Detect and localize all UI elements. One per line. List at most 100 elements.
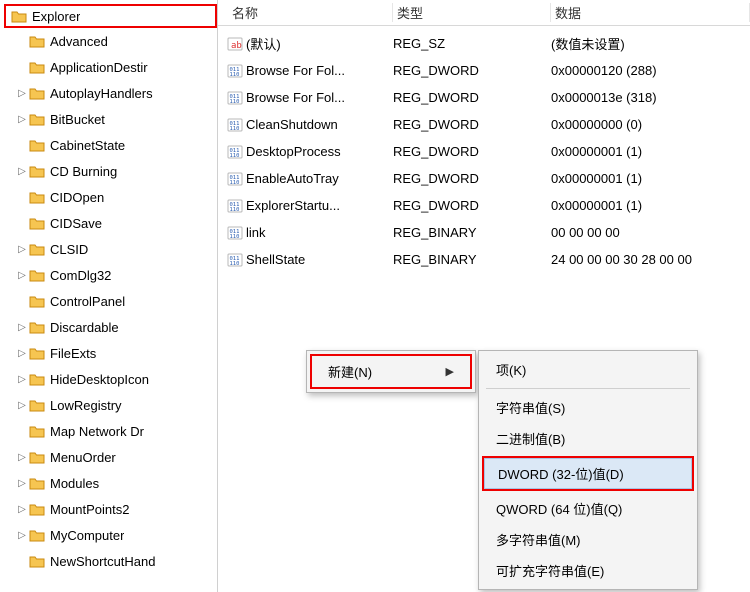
svg-text:110: 110 [230, 99, 240, 105]
column-header-data[interactable]: 数据 [551, 3, 750, 22]
tree-item[interactable]: ▷ AutoplayHandlers [4, 80, 217, 106]
tree-item[interactable]: ▷ComDlg32 [4, 262, 217, 288]
submenu-arrow-icon: ▶ [446, 365, 454, 378]
tree-item[interactable]: Map Network Dr [4, 418, 217, 444]
tree-item[interactable]: ▷ LowRegistry [4, 392, 217, 418]
value-data: 0x00000001 (1) [551, 171, 750, 186]
folder-icon [28, 241, 46, 257]
tree-item-label: Discardable [50, 320, 119, 335]
tree-item[interactable]: Advanced [4, 28, 217, 54]
expand-icon[interactable]: ▷ [16, 530, 28, 541]
value-type: REG_DWORD [393, 144, 551, 159]
context-menu-item-new[interactable]: 新建(N) ▶ [310, 354, 472, 389]
tree-item-label: MenuOrder [50, 450, 116, 465]
column-header-name[interactable]: 名称 [228, 3, 393, 22]
value-type: REG_DWORD [393, 63, 551, 78]
value-row[interactable]: 011110ShellStateREG_BINARY24 00 00 00 30… [224, 246, 750, 273]
value-row[interactable]: 011110ExplorerStartu...REG_DWORD0x000000… [224, 192, 750, 219]
expand-icon[interactable]: ▷ [16, 452, 28, 463]
tree-item-label: MountPoints2 [50, 502, 130, 517]
value-row[interactable]: 011110CleanShutdownREG_DWORD0x00000000 (… [224, 111, 750, 138]
folder-icon [28, 527, 46, 543]
value-row[interactable]: 011110linkREG_BINARY00 00 00 00 [224, 219, 750, 246]
expand-icon[interactable]: ▷ [16, 166, 28, 177]
folder-icon [10, 8, 28, 24]
expand-icon[interactable]: ▷ [16, 322, 28, 333]
value-data: 0x00000120 (288) [551, 63, 750, 78]
tree-item-label: FileExts [50, 346, 96, 361]
svg-text:110: 110 [230, 153, 240, 159]
context-submenu-new: 项(K) 字符串值(S)二进制值(B) DWORD (32-位)值(D) QWORD … [478, 350, 698, 590]
tree-item-label: MyComputer [50, 528, 124, 543]
value-row[interactable]: ab(默认)REG_SZ(数值未设置) [224, 30, 750, 57]
context-submenu-item[interactable]: 多字符串值(M) [482, 524, 694, 555]
value-data: 00 00 00 00 [551, 225, 750, 240]
folder-icon [28, 137, 46, 153]
tree-item[interactable]: CIDOpen [4, 184, 217, 210]
expand-icon[interactable]: ▷ [16, 504, 28, 515]
svg-text:110: 110 [230, 180, 240, 186]
tree-item[interactable]: ▷ CLSID [4, 236, 217, 262]
value-row[interactable]: 011110Browse For Fol...REG_DWORD0x000001… [224, 84, 750, 111]
binary-value-icon: 011110 [224, 63, 246, 79]
tree-item-label: CLSID [50, 242, 88, 257]
tree-item[interactable]: ApplicationDestir [4, 54, 217, 80]
value-data: 24 00 00 00 30 28 00 00 [551, 252, 750, 267]
folder-icon [28, 319, 46, 335]
tree-item[interactable]: ▷HideDesktopIcon [4, 366, 217, 392]
value-name: (默认) [246, 34, 393, 53]
context-submenu-item[interactable]: 可扩充字符串值(E) [482, 555, 694, 586]
value-name: ShellState [246, 252, 393, 267]
tree-item[interactable]: ▷CD Burning [4, 158, 217, 184]
context-submenu-item[interactable]: QWORD (64 位)值(Q) [482, 493, 694, 524]
tree-item-label: AutoplayHandlers [50, 86, 153, 101]
tree-item[interactable]: ▷ MountPoints2 [4, 496, 217, 522]
value-row[interactable]: 011110DesktopProcessREG_DWORD0x00000001 … [224, 138, 750, 165]
expand-icon[interactable]: ▷ [16, 400, 28, 411]
value-name: CleanShutdown [246, 117, 393, 132]
svg-text:110: 110 [230, 207, 240, 213]
folder-icon [28, 33, 46, 49]
tree-item[interactable]: CIDSave [4, 210, 217, 236]
context-submenu-item[interactable]: 二进制值(B) [482, 423, 694, 454]
context-submenu-item[interactable]: 项(K) [482, 354, 694, 385]
context-menu-new: 新建(N) ▶ [306, 350, 476, 393]
svg-text:110: 110 [230, 234, 240, 240]
tree-item[interactable]: ▷ FileExts [4, 340, 217, 366]
binary-value-icon: 011110 [224, 225, 246, 241]
context-submenu-item[interactable]: DWORD (32-位)值(D) [484, 458, 692, 489]
column-header-type[interactable]: 类型 [393, 3, 551, 22]
value-row[interactable]: 011110EnableAutoTrayREG_DWORD0x00000001 … [224, 165, 750, 192]
tree-item[interactable]: ▷ MyComputer [4, 522, 217, 548]
tree-item[interactable]: ControlPanel [4, 288, 217, 314]
expand-icon[interactable]: ▷ [16, 88, 28, 99]
folder-icon [28, 111, 46, 127]
tree-item[interactable]: ▷ MenuOrder [4, 444, 217, 470]
expand-icon[interactable]: ▷ [16, 114, 28, 125]
menu-separator [486, 388, 690, 389]
tree-item-label: Map Network Dr [50, 424, 144, 439]
binary-value-icon: 011110 [224, 198, 246, 214]
tree-item[interactable]: ▷Modules [4, 470, 217, 496]
context-submenu-item[interactable]: 字符串值(S) [482, 392, 694, 423]
tree-item-label: CIDSave [50, 216, 102, 231]
expand-icon[interactable]: ▷ [16, 348, 28, 359]
folder-icon [28, 189, 46, 205]
tree-item[interactable]: ▷ Discardable [4, 314, 217, 340]
expand-icon[interactable]: ▷ [16, 374, 28, 385]
tree-item-label: Advanced [50, 34, 108, 49]
tree-item[interactable]: CabinetState [4, 132, 217, 158]
expand-icon[interactable]: ▷ [16, 478, 28, 489]
tree-item[interactable]: ▷BitBucket [4, 106, 217, 132]
value-row[interactable]: 011110Browse For Fol...REG_DWORD0x000001… [224, 57, 750, 84]
tree-item[interactable]: NewShortcutHand [4, 548, 217, 574]
tree-root-explorer[interactable]: Explorer [4, 4, 217, 28]
binary-value-icon: 011110 [224, 90, 246, 106]
value-data: 0x00000000 (0) [551, 117, 750, 132]
value-name: link [246, 225, 393, 240]
tree-item-label: LowRegistry [50, 398, 122, 413]
expand-icon[interactable]: ▷ [16, 270, 28, 281]
expand-icon[interactable]: ▷ [16, 244, 28, 255]
binary-value-icon: 011110 [224, 117, 246, 133]
value-type: REG_BINARY [393, 225, 551, 240]
